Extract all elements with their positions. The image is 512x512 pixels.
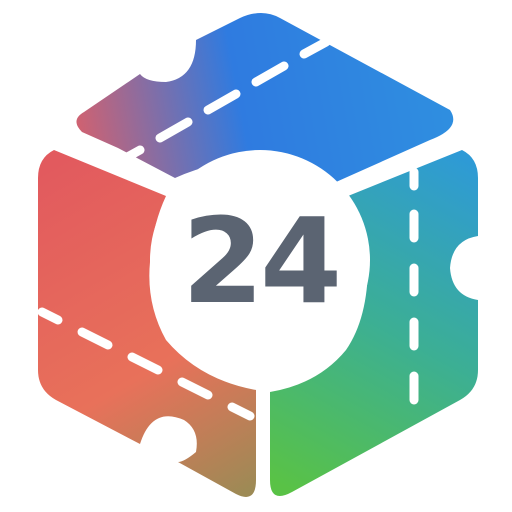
logo-canvas: 24 — [0, 0, 512, 512]
number-text: 24 — [181, 192, 342, 330]
number-label: 24 — [150, 192, 370, 330]
